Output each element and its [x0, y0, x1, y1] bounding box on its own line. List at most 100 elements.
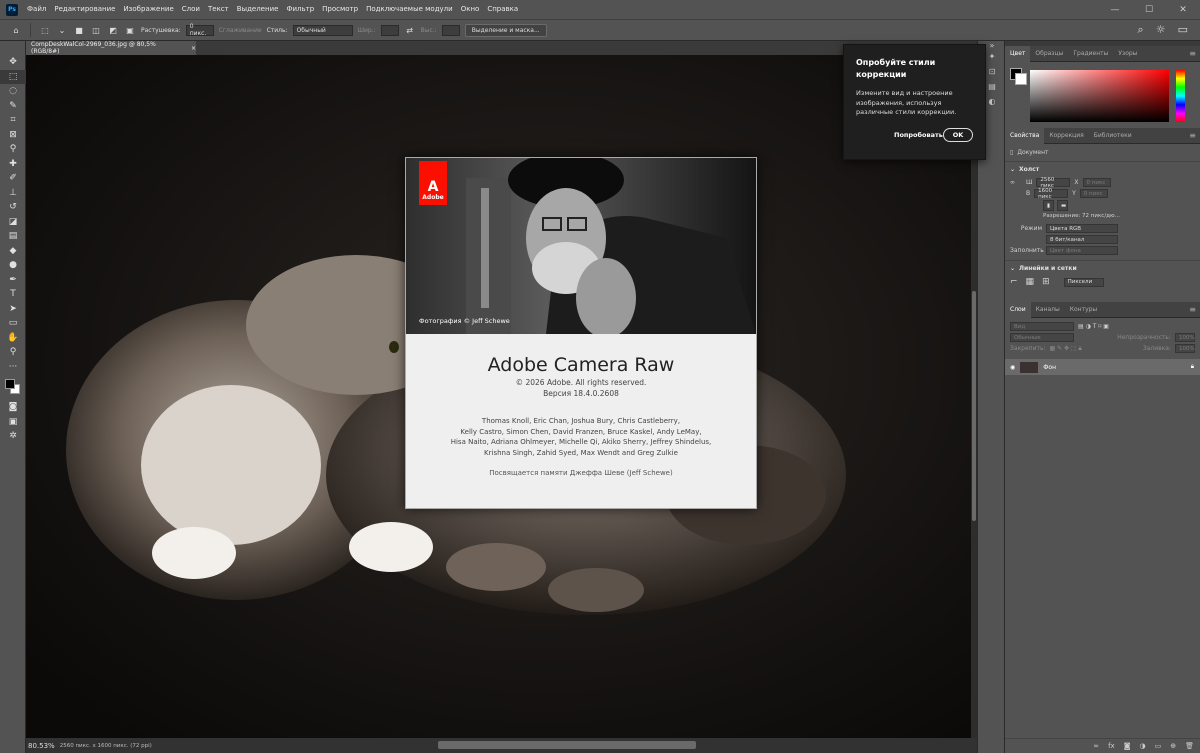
screen-mode-icon[interactable]: ▣	[0, 415, 26, 430]
select-and-mask-button[interactable]: Выделение и маска...	[464, 23, 547, 37]
lock-icons[interactable]: ▦ ✎ ✥ ⬚ 🔒︎	[1050, 345, 1082, 353]
units-select[interactable]: Пиксели	[1063, 277, 1104, 287]
menu-image[interactable]: Изображение	[119, 0, 177, 19]
menu-edit[interactable]: Редактирование	[50, 0, 119, 19]
layer-row[interactable]: ◉ Фон 🔒︎	[1005, 359, 1200, 375]
toolbar-handle[interactable]	[0, 41, 25, 55]
new-selection-icon[interactable]: ■	[73, 24, 85, 36]
rulers-section-header[interactable]: ⌄ Линейки и сетки	[1005, 260, 1200, 276]
fill-select[interactable]: Цвет фона	[1046, 246, 1118, 255]
intersect-selection-icon[interactable]: ▣	[124, 24, 136, 36]
portrait-icon[interactable]: ▮	[1043, 200, 1054, 211]
panel-menu-icon[interactable]: ≡	[1189, 49, 1196, 58]
x-field[interactable]: 0 пикс	[1082, 178, 1111, 187]
quick-select-tool-icon[interactable]: ✎	[0, 99, 26, 114]
tab-gradients[interactable]: Градиенты	[1068, 46, 1113, 62]
gradient-tool-icon[interactable]: ▤	[0, 229, 26, 244]
ok-button[interactable]: OK	[943, 128, 973, 142]
swap-icon[interactable]: ⇄	[404, 24, 416, 36]
generative-icon[interactable]: ✲	[0, 429, 26, 444]
lock-icon[interactable]: 🔒︎	[1191, 363, 1194, 371]
adjustment-layer-icon[interactable]: ◑	[1140, 742, 1146, 750]
feather-input[interactable]: 0 пикс.	[185, 23, 214, 37]
subtract-selection-icon[interactable]: ◩	[107, 24, 119, 36]
chevron-down-icon[interactable]: ⌄	[56, 24, 68, 36]
more-tools-icon[interactable]: ···	[0, 360, 26, 375]
close-tab-icon[interactable]: ×	[191, 45, 196, 52]
menu-filter[interactable]: Фильтр	[282, 0, 318, 19]
type-tool-icon[interactable]: T	[0, 287, 26, 302]
depth-select[interactable]: 8 бит/канал	[1046, 235, 1118, 244]
minimize-button[interactable]: —	[1098, 0, 1132, 19]
path-select-tool-icon[interactable]: ➤	[0, 302, 26, 317]
blur-tool-icon[interactable]: ◆	[0, 244, 26, 259]
panel-menu-icon[interactable]: ≡	[1189, 305, 1196, 314]
rulers-icon[interactable]: ⌐	[1010, 277, 1018, 287]
clone-stamp-tool-icon[interactable]: ⊥	[0, 186, 26, 201]
width-field[interactable]: 2560 пикс	[1036, 177, 1071, 189]
brush-tool-icon[interactable]: ✐	[0, 171, 26, 186]
lasso-tool-icon[interactable]: ◌	[0, 84, 26, 99]
menu-layer[interactable]: Слои	[178, 0, 204, 19]
canvas-section-header[interactable]: ⌄ Холст	[1005, 162, 1200, 177]
search-icon[interactable]: ⌕	[1138, 23, 1144, 37]
width-input[interactable]	[380, 24, 399, 36]
menu-view[interactable]: Просмотр	[318, 0, 362, 19]
rect-marquee-tool-icon[interactable]: ⬚	[0, 69, 26, 84]
color-swatches[interactable]	[0, 374, 25, 400]
tab-patterns[interactable]: Узоры	[1113, 46, 1142, 62]
hand-tool-icon[interactable]: ✋	[0, 331, 26, 346]
tab-adjustments[interactable]: Коррекция	[1044, 128, 1088, 144]
tab-swatches[interactable]: Образцы	[1030, 46, 1068, 62]
fx-icon[interactable]: fx	[1108, 742, 1115, 750]
menu-type[interactable]: Текст	[204, 0, 233, 19]
tab-properties[interactable]: Свойства	[1005, 127, 1045, 144]
menu-plugins[interactable]: Подключаемые модули	[362, 0, 457, 19]
add-mask-icon[interactable]: ◙	[1124, 742, 1131, 750]
new-layer-icon[interactable]: ⊕	[1170, 742, 1176, 750]
fill-field[interactable]: 100%	[1175, 344, 1195, 353]
tab-paths[interactable]: Контуры	[1065, 302, 1102, 318]
frame-tool-icon[interactable]: ⊠	[0, 128, 26, 143]
eraser-tool-icon[interactable]: ◪	[0, 215, 26, 230]
dodge-tool-icon[interactable]: ●	[0, 258, 26, 273]
move-tool-icon[interactable]: ✥	[0, 55, 26, 70]
zoom-tool-icon[interactable]: ⚲	[0, 345, 26, 360]
link-layers-icon[interactable]: ∞	[1093, 742, 1099, 750]
close-button[interactable]: ✕	[1166, 0, 1200, 19]
tab-layers[interactable]: Слои	[1005, 301, 1031, 318]
panel-menu-icon[interactable]: ≡	[1189, 131, 1196, 140]
blend-mode-select[interactable]: Обычные	[1010, 333, 1074, 342]
eyedropper-tool-icon[interactable]: ⚲	[0, 142, 26, 157]
healing-brush-tool-icon[interactable]: ✚	[0, 157, 26, 172]
y-field[interactable]: 0 пикс	[1079, 189, 1108, 198]
menu-help[interactable]: Справка	[483, 0, 522, 19]
discover-icon[interactable]: ☼	[1156, 23, 1166, 37]
about-dialog[interactable]: A Adobe Фотография © Jeff Schewe Adobe C…	[405, 157, 757, 509]
pen-tool-icon[interactable]: ✒	[0, 273, 26, 288]
background-color-swatch[interactable]	[1015, 73, 1027, 85]
history-brush-tool-icon[interactable]: ↺	[0, 200, 26, 215]
workspace-icon[interactable]: ▭	[1178, 23, 1188, 37]
quick-mask-icon[interactable]: ◙	[0, 400, 26, 415]
menu-select[interactable]: Выделение	[233, 0, 283, 19]
color-field[interactable]	[1030, 70, 1169, 122]
add-selection-icon[interactable]: ◫	[90, 24, 102, 36]
antialias-checkbox[interactable]: Сглаживание	[219, 27, 262, 34]
link-icon[interactable]: ∞	[1010, 179, 1022, 186]
try-button[interactable]: Попробовать	[894, 131, 943, 139]
visibility-eye-icon[interactable]: ◉	[1010, 364, 1015, 371]
guides-icon[interactable]: ⊞	[1042, 277, 1050, 287]
tab-channels[interactable]: Каналы	[1031, 302, 1065, 318]
tab-libraries[interactable]: Библиотеки	[1089, 128, 1137, 144]
maximize-button[interactable]: ☐	[1132, 0, 1166, 19]
vertical-scroll-thumb[interactable]	[972, 291, 976, 521]
tab-color[interactable]: Цвет	[1005, 45, 1031, 62]
photoshop-logo-icon[interactable]: Ps	[6, 3, 18, 16]
layer-name[interactable]: Фон	[1043, 364, 1056, 371]
foreground-color-swatch[interactable]	[5, 379, 15, 389]
menu-window[interactable]: Окно	[457, 0, 484, 19]
home-icon[interactable]: ⌂	[10, 24, 22, 36]
document-tab[interactable]: CompDeskWalCol-2969_036.jpg @ 80,5% (RGB…	[26, 41, 196, 55]
document-info[interactable]: 2560 пикс. x 1600 пикс. (72 ppi)	[60, 743, 152, 749]
